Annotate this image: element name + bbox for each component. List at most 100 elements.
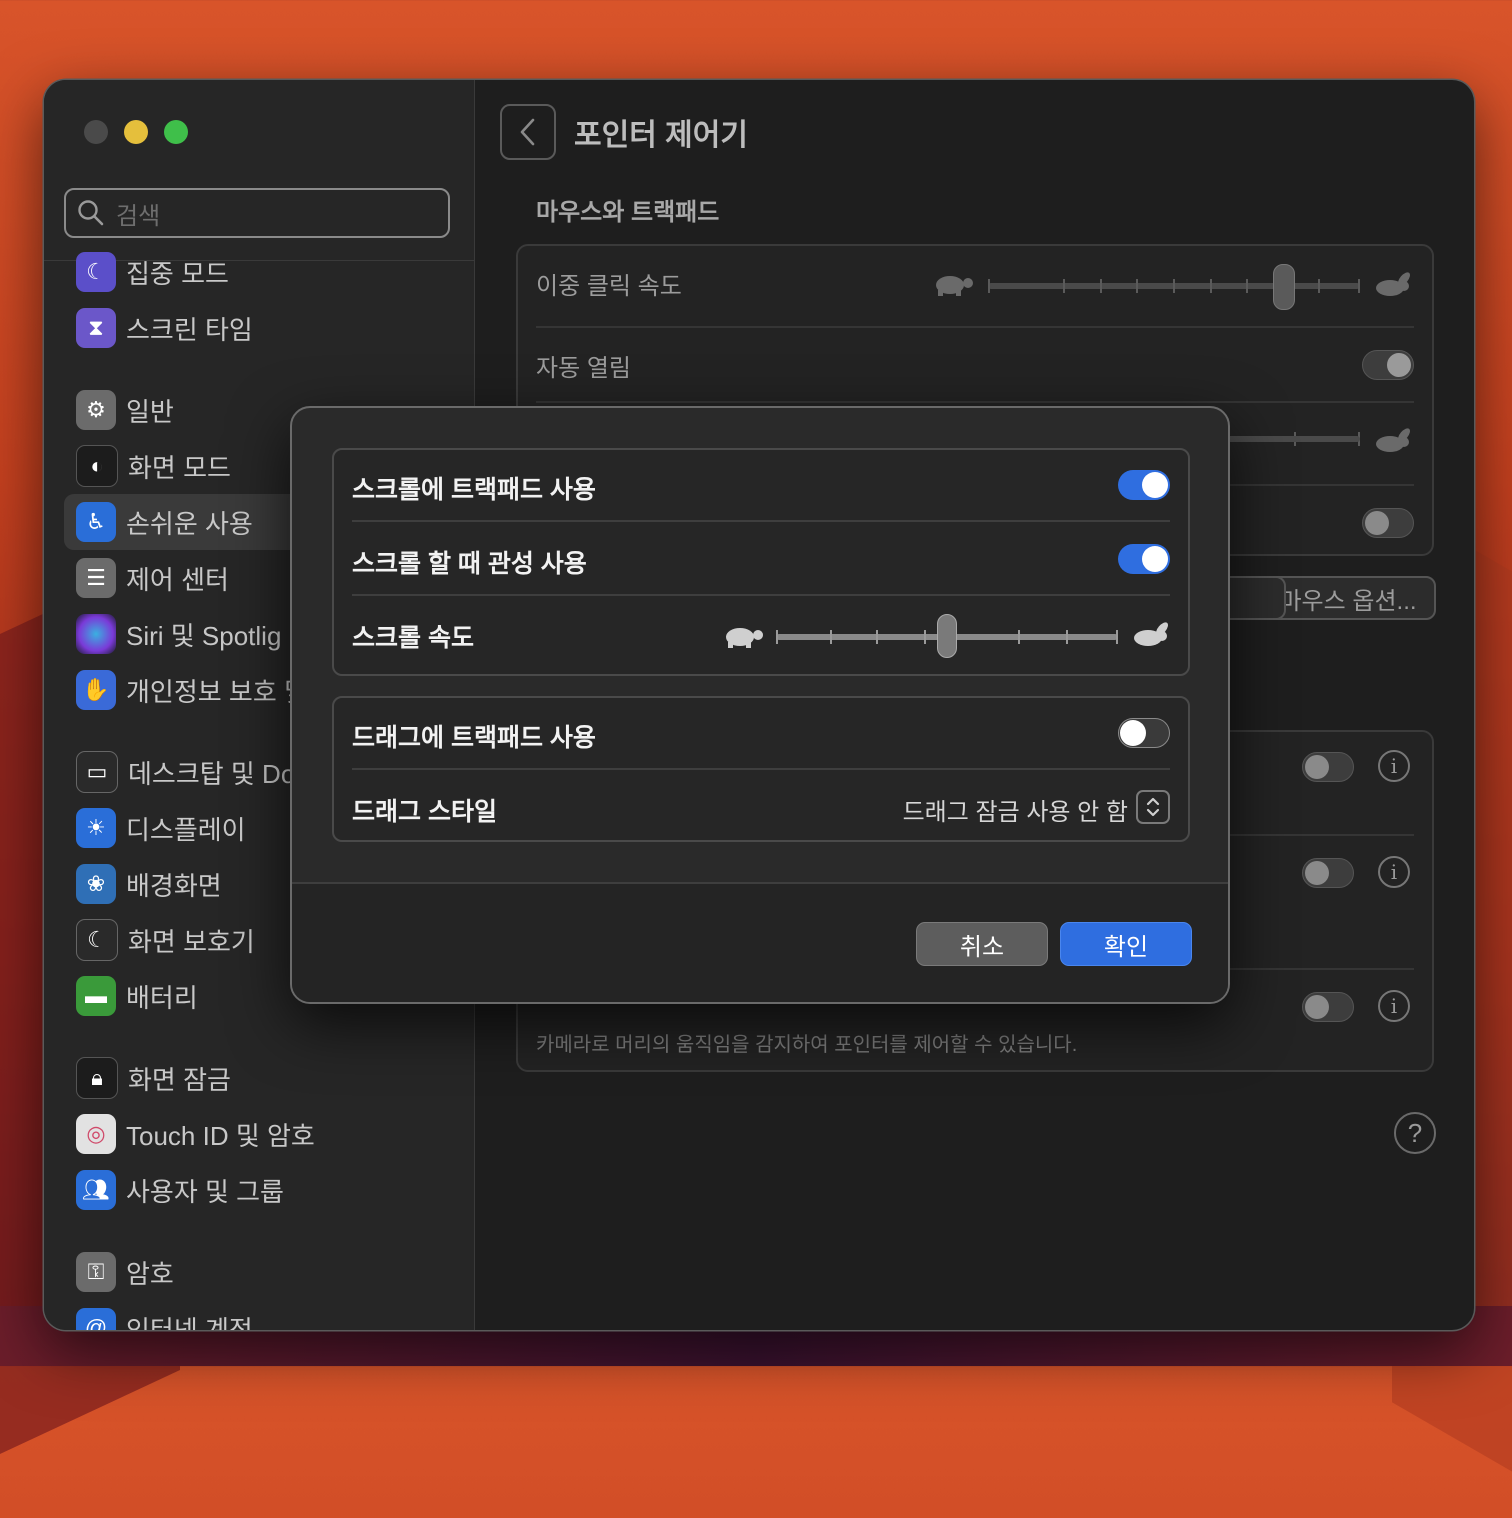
sidebar-item-label: 데스크탑 및 Do bbox=[128, 758, 296, 789]
slider-knob[interactable] bbox=[937, 614, 957, 658]
search-icon bbox=[78, 200, 104, 226]
slider-tick bbox=[776, 630, 778, 644]
head-pointer-toggle[interactable] bbox=[1302, 992, 1354, 1022]
sidebar-item-label: 스크린 타임 bbox=[126, 314, 253, 345]
rabbit-icon bbox=[1376, 428, 1410, 452]
slider-tick bbox=[988, 279, 990, 293]
traffic-lights bbox=[84, 120, 188, 144]
rabbit-icon bbox=[1134, 622, 1168, 646]
appearance-icon: ◐ bbox=[76, 445, 118, 487]
slider-tick bbox=[830, 630, 832, 644]
sidebar-item-focus[interactable]: ☾ 집중 모드 bbox=[64, 244, 464, 300]
scroll-trackpad-label: 스크롤에 트랙패드 사용 bbox=[352, 476, 596, 504]
slider-tick bbox=[1063, 279, 1065, 293]
drag-trackpad-label: 드래그에 트랙패드 사용 bbox=[352, 724, 596, 752]
search-input[interactable]: 검색 bbox=[64, 188, 450, 238]
info-icon[interactable]: i bbox=[1378, 990, 1410, 1022]
sidebar-item-label: 암호 bbox=[126, 1258, 174, 1289]
setting-toggle[interactable] bbox=[1302, 858, 1354, 888]
cancel-button[interactable]: 취소 bbox=[916, 922, 1048, 966]
siri-icon bbox=[76, 614, 116, 654]
trackpad-options-dialog: 스크롤에 트랙패드 사용 스크롤 할 때 관성 사용 스크롤 속도 드래그에 트… bbox=[290, 406, 1230, 1004]
head-pointer-caption: 카메라로 머리의 움직임을 감지하여 포인터를 제어할 수 있습니다. bbox=[536, 1034, 1078, 1056]
spring-loading-toggle[interactable] bbox=[1362, 350, 1414, 380]
setting-toggle[interactable] bbox=[1362, 508, 1414, 538]
slider-tick bbox=[924, 630, 926, 644]
dialog-footer: 취소 확인 bbox=[292, 884, 1228, 1002]
spring-loading-label: 자동 열림 bbox=[536, 355, 631, 382]
info-icon[interactable]: i bbox=[1378, 856, 1410, 888]
hand-icon: ✋ bbox=[76, 670, 116, 710]
battery-icon: ▬ bbox=[76, 976, 116, 1016]
sidebar-item-label: 개인정보 보호 및 bbox=[126, 676, 308, 707]
sidebar-item-label: 제어 센터 bbox=[126, 564, 229, 595]
slider-tick bbox=[1116, 630, 1118, 644]
control-center-icon: ☰ bbox=[76, 558, 116, 598]
ok-button[interactable]: 확인 bbox=[1060, 922, 1192, 966]
drag-style-value[interactable]: 드래그 잠금 사용 안 함 bbox=[903, 792, 1128, 827]
divider bbox=[352, 594, 1170, 596]
sidebar-item-label: 배터리 bbox=[126, 982, 198, 1013]
mouse-options-button[interactable]: 마우스 옵션... bbox=[1260, 576, 1436, 620]
sidebar-item-users[interactable]: 👥︎ 사용자 및 그룹 bbox=[64, 1162, 464, 1218]
rabbit-icon bbox=[1376, 272, 1410, 296]
zoom-button[interactable] bbox=[164, 120, 188, 144]
sidebar-item-passwords[interactable]: ⚿ 암호 bbox=[64, 1244, 464, 1300]
back-button[interactable] bbox=[500, 104, 556, 160]
sidebar-item-lock-screen[interactable]: 🔒︎ 화면 잠금 bbox=[64, 1050, 464, 1106]
setting-toggle[interactable] bbox=[1302, 752, 1354, 782]
lock-icon: 🔒︎ bbox=[76, 1057, 118, 1099]
gear-icon: ⚙ bbox=[76, 390, 116, 430]
inertia-label: 스크롤 할 때 관성 사용 bbox=[352, 550, 587, 578]
divider bbox=[352, 768, 1170, 770]
sidebar-item-label: 손쉬운 사용 bbox=[126, 508, 253, 539]
divider bbox=[536, 326, 1414, 328]
slider-knob[interactable] bbox=[1273, 264, 1295, 310]
sidebar-item-label: 배경화면 bbox=[126, 870, 222, 901]
double-click-label: 이중 클릭 속도 bbox=[536, 273, 682, 300]
dock-icon: ▭ bbox=[76, 751, 118, 793]
sidebar-item-touch-id[interactable]: ◎ Touch ID 및 암호 bbox=[64, 1106, 464, 1162]
minimize-button[interactable] bbox=[124, 120, 148, 144]
sidebar-item-label: 인터넷 계정 bbox=[126, 1314, 253, 1331]
slider-tick bbox=[1100, 279, 1102, 293]
fingerprint-icon: ◎ bbox=[76, 1114, 116, 1154]
turtle-icon bbox=[936, 276, 973, 296]
info-icon[interactable]: i bbox=[1378, 750, 1410, 782]
search-placeholder: 검색 bbox=[116, 202, 161, 230]
slider-tick bbox=[1318, 279, 1320, 293]
close-button[interactable] bbox=[84, 120, 108, 144]
sidebar-item-label: 사용자 및 그룹 bbox=[126, 1176, 284, 1207]
section-title: 마우스와 트랙패드 bbox=[536, 199, 720, 226]
hourglass-icon: ⧗ bbox=[76, 308, 116, 348]
chevron-left-icon bbox=[520, 118, 535, 146]
scroll-speed-label: 스크롤 속도 bbox=[352, 624, 474, 652]
sidebar-item-internet-accounts[interactable]: @ 인터넷 계정 bbox=[64, 1300, 464, 1330]
slider-tick bbox=[1173, 279, 1175, 293]
display-icon: ☀ bbox=[76, 808, 116, 848]
popup-arrows-icon[interactable] bbox=[1136, 790, 1170, 824]
slider-tick bbox=[1136, 279, 1138, 293]
at-icon: @ bbox=[76, 1308, 116, 1330]
sidebar-item-label: 화면 보호기 bbox=[128, 926, 255, 957]
sidebar-item-label: Touch ID 및 암호 bbox=[126, 1120, 315, 1151]
inertia-toggle[interactable] bbox=[1118, 544, 1170, 574]
scroll-trackpad-toggle[interactable] bbox=[1118, 470, 1170, 500]
slider-tick bbox=[1210, 279, 1212, 293]
divider bbox=[352, 520, 1170, 522]
key-icon: ⚿ bbox=[76, 1252, 116, 1292]
scroll-group: 스크롤에 트랙패드 사용 스크롤 할 때 관성 사용 스크롤 속도 bbox=[332, 448, 1190, 676]
drag-style-label: 드래그 스타일 bbox=[352, 798, 497, 826]
moon-icon: ☾ bbox=[76, 252, 116, 292]
screensaver-icon: ☾ bbox=[76, 919, 118, 961]
sidebar-item-label: 디스플레이 bbox=[126, 814, 246, 845]
divider bbox=[536, 401, 1414, 403]
sidebar-item-screen-time[interactable]: ⧗ 스크린 타임 bbox=[64, 300, 464, 356]
sidebar-item-label: 일반 bbox=[126, 396, 174, 427]
flower-icon: ❀ bbox=[76, 864, 116, 904]
accessibility-icon: ♿ bbox=[76, 502, 116, 542]
slider-tick bbox=[876, 630, 878, 644]
drag-trackpad-toggle[interactable] bbox=[1118, 718, 1170, 748]
slider-tick bbox=[1018, 630, 1020, 644]
help-button[interactable]: ? bbox=[1394, 1112, 1436, 1154]
